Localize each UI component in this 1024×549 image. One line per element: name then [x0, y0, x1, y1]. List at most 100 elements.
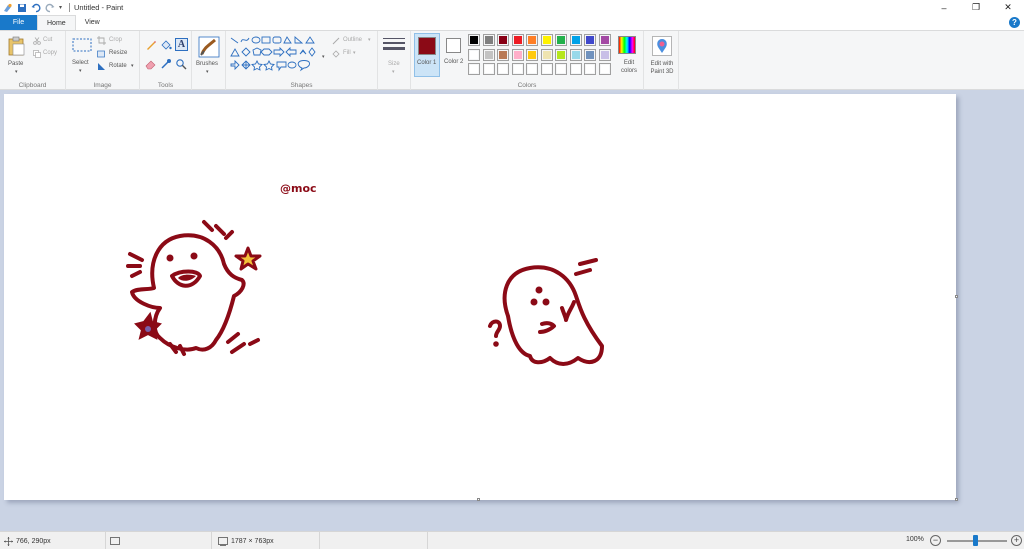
palette-swatch[interactable] — [511, 34, 524, 46]
palette-swatch[interactable] — [526, 34, 538, 46]
palette-swatch[interactable] — [598, 48, 611, 61]
palette-swatch[interactable] — [569, 48, 582, 61]
resize-icon — [97, 50, 105, 58]
palette-swatch[interactable] — [468, 48, 480, 61]
palette-swatch-color — [557, 65, 565, 73]
palette-swatch[interactable] — [468, 34, 480, 46]
palette-swatch-color — [542, 36, 551, 44]
edit-colors-button[interactable]: Edit colors — [614, 33, 642, 77]
palette-swatch[interactable] — [468, 63, 480, 75]
palette-swatch[interactable] — [497, 63, 509, 75]
redo-icon[interactable] — [45, 3, 55, 13]
color1-button[interactable]: Color 1 — [414, 33, 440, 77]
canvas-resize-handle-right[interactable] — [955, 295, 958, 298]
maximize-button[interactable]: ❐ — [960, 0, 992, 15]
palette-swatch-color — [571, 65, 580, 73]
help-icon[interactable]: ? — [1009, 17, 1020, 28]
palette-swatch[interactable] — [555, 63, 567, 75]
palette-swatch-color — [571, 36, 580, 44]
palette-swatch[interactable] — [526, 63, 538, 75]
save-icon[interactable] — [17, 3, 27, 13]
palette-swatch[interactable] — [569, 63, 582, 75]
palette-swatch[interactable] — [497, 34, 509, 46]
paste-label: Paste — [8, 61, 24, 67]
tab-file[interactable]: File — [0, 15, 37, 30]
brushes-button[interactable]: Brushes ▾ — [195, 34, 223, 78]
palette-swatch[interactable] — [584, 34, 596, 46]
color-picker-icon[interactable] — [160, 58, 172, 70]
palette-swatch[interactable] — [511, 48, 524, 61]
minimize-button[interactable]: – — [928, 0, 960, 15]
copy-button[interactable]: Copy — [33, 49, 63, 59]
zoom-in-button[interactable]: + — [1011, 535, 1022, 546]
palette-swatch-color — [484, 65, 493, 73]
resize-button[interactable]: Resize — [97, 49, 137, 59]
palette-swatch[interactable] — [482, 48, 495, 61]
palette-swatch[interactable] — [598, 34, 611, 46]
tools-group: A Tools — [140, 31, 192, 90]
size-group: Size ▾ — [378, 31, 411, 90]
canvas-resize-handle-corner[interactable] — [955, 498, 958, 501]
paste-button[interactable]: Paste ▾ — [4, 34, 30, 76]
crop-button[interactable]: Crop — [97, 36, 137, 46]
color-palette — [468, 34, 613, 78]
fill-icon — [332, 50, 340, 58]
cut-button[interactable]: Cut — [33, 36, 63, 46]
palette-swatch-color — [542, 65, 551, 73]
color2-button[interactable]: Color 2 — [442, 33, 468, 77]
fill-bucket-icon[interactable] — [160, 39, 172, 51]
shapes-scroll-icon[interactable]: ▾ — [322, 54, 325, 60]
fill-button[interactable]: Fill ▾ — [332, 49, 376, 59]
palette-swatch[interactable] — [482, 34, 495, 46]
palette-swatch[interactable] — [555, 34, 567, 46]
palette-swatch[interactable] — [555, 48, 567, 61]
select-button[interactable]: Select ▾ — [69, 34, 95, 76]
zoom-out-button[interactable]: − — [930, 535, 941, 546]
palette-swatch[interactable] — [584, 63, 596, 75]
text-tool-icon[interactable]: A — [175, 38, 188, 51]
canvas-workspace[interactable]: @moc — [0, 90, 1024, 531]
paint3d-group: Edit with Paint 3D — [644, 31, 679, 90]
palette-swatch-color — [470, 36, 478, 44]
window-title: Untitled - Paint — [74, 3, 124, 12]
ribbon: Paste ▾ Cut Copy Clipboard Select ▾ Crop… — [0, 30, 1024, 90]
tab-view[interactable]: View — [76, 15, 109, 30]
magnifier-icon[interactable] — [175, 58, 187, 70]
customize-toolbar-dropdown-icon[interactable]: ▾ — [59, 4, 62, 11]
close-button[interactable]: ✕ — [992, 0, 1024, 15]
palette-swatch[interactable] — [511, 63, 524, 75]
undo-icon[interactable] — [31, 3, 41, 13]
palette-swatch-color — [499, 50, 507, 59]
palette-swatch[interactable] — [569, 34, 582, 46]
palette-swatch[interactable] — [584, 48, 596, 61]
canvas-text-label: @moc — [280, 182, 317, 195]
palette-swatch[interactable] — [540, 63, 553, 75]
paste-dropdown-icon: ▾ — [15, 69, 18, 75]
resize-label: Resize — [109, 50, 128, 56]
size-button[interactable]: Size ▾ — [381, 34, 408, 76]
shapes-gallery[interactable] — [229, 34, 329, 74]
rotate-button[interactable]: Rotate ▾ — [97, 62, 137, 72]
canvas-size-text: 1787 × 763px — [231, 537, 274, 545]
palette-swatch[interactable] — [497, 48, 509, 61]
palette-swatch-color — [600, 50, 609, 59]
zoom-slider-thumb[interactable] — [973, 535, 978, 546]
palette-swatch[interactable] — [482, 63, 495, 75]
drawing-canvas[interactable]: @moc — [4, 94, 956, 500]
outline-dropdown-icon: ▾ — [368, 37, 371, 43]
canvas-resize-handle-bottom[interactable] — [477, 498, 480, 501]
tab-home[interactable]: Home — [37, 15, 76, 30]
select-dropdown-icon: ▾ — [79, 68, 82, 74]
palette-swatch[interactable] — [526, 48, 538, 61]
cut-label: Cut — [43, 37, 53, 43]
palette-swatch[interactable] — [540, 34, 553, 46]
clipboard-group-label: Clipboard — [18, 82, 47, 89]
edit-with-paint3d-button[interactable]: Edit with Paint 3D — [646, 33, 678, 81]
eraser-icon[interactable] — [145, 58, 157, 70]
pencil-icon[interactable] — [145, 39, 157, 51]
outline-button[interactable]: Outline ▾ — [332, 36, 376, 46]
window-controls: – ❐ ✕ — [928, 0, 1024, 15]
palette-swatch[interactable] — [540, 48, 553, 61]
palette-swatch[interactable] — [598, 63, 611, 75]
palette-swatch-color — [542, 50, 551, 59]
